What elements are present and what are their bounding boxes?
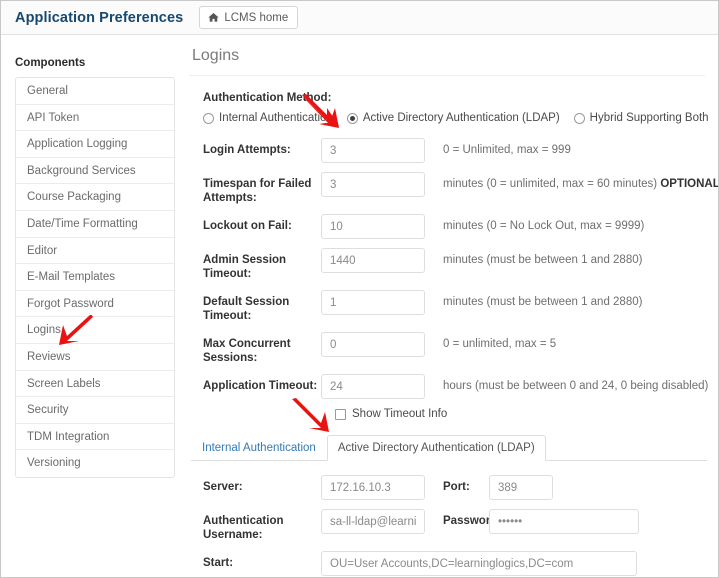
field-row-login-attempts: Login Attempts: 0 = Unlimited, max = 999	[203, 138, 709, 163]
components-sidebar: Components General API Token Application…	[15, 57, 175, 478]
timespan-failed-attempts-label: Timespan for Failed Attempts:	[203, 178, 312, 204]
logins-form: Login Attempts: 0 = Unlimited, max = 999…	[203, 138, 718, 420]
radio-internal-authentication[interactable]: Internal Authentication	[203, 112, 333, 124]
sidebar-item-security[interactable]: Security	[16, 397, 174, 424]
sidebar-item-forgot-password[interactable]: Forgot Password	[16, 291, 174, 318]
sidebar-item-date-time-formatting[interactable]: Date/Time Formatting	[16, 211, 174, 238]
lockout-on-fail-hint: minutes (0 = No Lock Out, max = 9999)	[443, 220, 645, 232]
application-timeout-input[interactable]	[321, 374, 425, 399]
window-header: Application Preferences LCMS home	[1, 1, 718, 35]
start-input[interactable]	[321, 551, 637, 576]
field-row-timespan-failed-attempts: Timespan for Failed Attempts: minutes (0…	[203, 172, 718, 205]
admin-session-timeout-label: Admin Session Timeout:	[203, 254, 287, 280]
page-title: Application Preferences	[15, 9, 184, 26]
hint-text: minutes (0 = unlimited, max = 60 minutes…	[443, 178, 661, 190]
radio-active-directory-authentication[interactable]: Active Directory Authentication (LDAP)	[346, 112, 560, 124]
radio-hybrid-supporting-both[interactable]: Hybrid Supporting Both	[573, 112, 709, 124]
sidebar-item-tdm-integration[interactable]: TDM Integration	[16, 424, 174, 451]
server-label: Server:	[203, 481, 243, 493]
server-input[interactable]	[321, 475, 425, 500]
admin-session-timeout-input[interactable]	[321, 248, 425, 273]
password-input[interactable]	[489, 509, 639, 534]
show-timeout-info-label: Show Timeout Info	[352, 408, 448, 420]
default-session-timeout-label: Default Session Timeout:	[203, 296, 290, 322]
show-timeout-info-checkbox[interactable]: Show Timeout Info	[335, 408, 709, 420]
lcms-home-label: LCMS home	[224, 11, 289, 24]
sidebar-item-background-services[interactable]: Background Services	[16, 158, 174, 185]
radio-circle-icon	[573, 112, 585, 124]
sidebar-item-editor[interactable]: Editor	[16, 238, 174, 265]
sidebar-item-application-logging[interactable]: Application Logging	[16, 131, 174, 158]
sidebar-item-api-token[interactable]: API Token	[16, 105, 174, 132]
max-concurrent-sessions-input[interactable]	[321, 332, 425, 357]
password-label: Password:	[443, 515, 502, 527]
sidebar-item-reviews[interactable]: Reviews	[16, 344, 174, 371]
sidebar-item-course-packaging[interactable]: Course Packaging	[16, 184, 174, 211]
sidebar-item-general[interactable]: General	[16, 78, 174, 105]
field-row-max-concurrent-sessions: Max Concurrent Sessions: 0 = unlimited, …	[203, 332, 709, 365]
section-title: Logins	[192, 47, 240, 64]
port-label: Port:	[443, 481, 470, 493]
authentication-username-input[interactable]	[321, 509, 425, 534]
authentication-username-label: Authentication Username:	[203, 515, 284, 541]
authentication-method-radio-group: Internal Authentication Active Directory…	[203, 112, 709, 124]
application-timeout-label: Application Timeout:	[203, 380, 318, 392]
field-row-default-session-timeout: Default Session Timeout: minutes (must b…	[203, 290, 709, 323]
radio-circle-icon	[203, 112, 214, 124]
default-session-timeout-hint: minutes (must be between 1 and 2880)	[443, 296, 643, 308]
field-row-start: Start:	[203, 551, 709, 576]
field-row-username-password: Authentication Username: Password:	[203, 509, 709, 542]
lcms-home-button[interactable]: LCMS home	[199, 6, 299, 29]
field-row-lockout-on-fail: Lockout on Fail: minutes (0 = No Lock Ou…	[203, 214, 709, 239]
timespan-failed-attempts-input[interactable]	[321, 172, 425, 197]
radio-label: Internal Authentication	[219, 112, 333, 124]
radio-circle-selected-icon	[346, 112, 358, 124]
sidebar-item-logins[interactable]: Logins	[16, 317, 174, 344]
hint-optional-badge: OPTIONAL	[660, 178, 719, 190]
title-divider	[189, 75, 705, 76]
tab-internal-authentication[interactable]: Internal Authentication	[191, 435, 327, 461]
field-row-server-port: Server: Port:	[203, 475, 709, 500]
sidebar-item-screen-labels[interactable]: Screen Labels	[16, 371, 174, 398]
max-concurrent-sessions-label: Max Concurrent Sessions:	[203, 338, 291, 364]
login-attempts-hint: 0 = Unlimited, max = 999	[443, 144, 571, 156]
radio-label: Active Directory Authentication (LDAP)	[362, 112, 560, 124]
authentication-method-label: Authentication Method:	[203, 92, 332, 104]
sidebar-item-versioning[interactable]: Versioning	[16, 450, 174, 477]
application-timeout-hint: hours (must be between 0 and 24, 0 being…	[443, 380, 709, 392]
home-icon	[208, 12, 219, 23]
max-concurrent-sessions-hint: 0 = unlimited, max = 5	[443, 338, 557, 350]
checkbox-icon	[335, 408, 346, 420]
tab-active-directory-authentication[interactable]: Active Directory Authentication (LDAP)	[326, 435, 546, 461]
lockout-on-fail-input[interactable]	[321, 214, 425, 239]
components-list: General API Token Application Logging Ba…	[15, 77, 175, 478]
components-heading: Components	[15, 57, 86, 69]
default-session-timeout-input[interactable]	[321, 290, 425, 315]
sidebar-item-email-templates[interactable]: E-Mail Templates	[16, 264, 174, 291]
radio-label: Hybrid Supporting Both	[589, 112, 709, 124]
login-attempts-input[interactable]	[321, 138, 425, 163]
port-input[interactable]	[489, 475, 553, 500]
timespan-failed-attempts-hint: minutes (0 = unlimited, max = 60 minutes…	[425, 172, 719, 191]
field-row-application-timeout: Application Timeout: hours (must be betw…	[203, 374, 709, 399]
application-preferences-window: Application Preferences LCMS home Compon…	[0, 0, 719, 578]
logins-settings-panel: Logins Authentication Method: Internal A…	[189, 47, 718, 577]
start-label: Start:	[203, 557, 234, 569]
login-attempts-label: Login Attempts:	[203, 144, 291, 156]
lockout-on-fail-label: Lockout on Fail:	[203, 220, 292, 232]
field-row-admin-session-timeout: Admin Session Timeout: minutes (must be …	[203, 248, 709, 281]
authentication-tabs: Internal Authentication Active Directory…	[191, 435, 707, 461]
ldap-settings-panel: Server: Port: Authentication Username: P…	[203, 475, 709, 577]
admin-session-timeout-hint: minutes (must be between 1 and 2880)	[443, 254, 643, 266]
